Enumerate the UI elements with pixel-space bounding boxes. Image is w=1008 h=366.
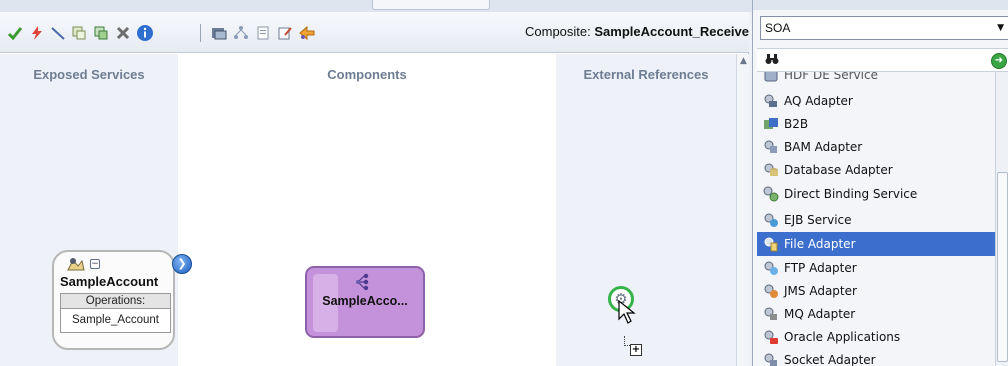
- external-references-lane[interactable]: External References: [556, 54, 736, 366]
- palette-item-b2b[interactable]: B2B: [757, 112, 995, 136]
- palette-item-socket-adapter[interactable]: Socket Adapter: [757, 348, 995, 366]
- mouse-pointer-icon: [618, 300, 636, 324]
- collapse-icon[interactable]: −: [90, 259, 100, 269]
- palette-item-ejb-service[interactable]: EJB Service: [757, 208, 995, 232]
- mq-adapter-icon: [763, 306, 779, 322]
- palette-category-select[interactable]: SOA ▼: [760, 16, 1008, 40]
- palette-item-aq-adapter[interactable]: AQ Adapter: [757, 89, 995, 113]
- flow-icon[interactable]: [298, 24, 316, 42]
- adapter-icon: [763, 72, 779, 83]
- info-icon[interactable]: [136, 24, 154, 42]
- component-palette: SOA ▼ ➜ HDF DE Service AQ Adapter B2B BA…: [752, 0, 1008, 366]
- composite-name: SampleAccount_Receive: [594, 24, 749, 39]
- palette-item-file-adapter[interactable]: File Adapter: [757, 232, 995, 256]
- mediator-icon: [355, 272, 377, 292]
- binoculars-icon: [765, 53, 779, 69]
- composite-canvas[interactable]: Exposed Services Components External Ref…: [0, 54, 749, 366]
- deploy-lightning-icon[interactable]: [28, 24, 46, 42]
- service-chevron-icon[interactable]: ❯: [172, 254, 192, 274]
- palette-item-mq-adapter[interactable]: MQ Adapter: [757, 302, 995, 326]
- delete-icon[interactable]: [114, 24, 132, 42]
- oracle-apps-icon: [763, 329, 779, 345]
- ftp-adapter-icon: [763, 260, 779, 276]
- editor-toolbar: Composite: SampleAccount_Receive: [0, 12, 749, 53]
- composite-editor: Composite: SampleAccount_Receive Exposed…: [0, 12, 749, 366]
- service-adapter-icon: [66, 256, 86, 272]
- tree-icon[interactable]: [232, 24, 250, 42]
- service-node[interactable]: − ❯ SampleAccount Operations: Sample_Acc…: [52, 250, 192, 350]
- database-adapter-icon: [763, 162, 779, 178]
- jms-adapter-icon: [763, 283, 779, 299]
- toolbar-separator: [200, 24, 201, 42]
- component-name: SampleAcco...: [322, 294, 408, 308]
- drag-copy-plus-icon: +: [630, 344, 642, 356]
- jdeveloper-window: Composite: SampleAccount_Receive Exposed…: [0, 0, 1008, 366]
- components-title: Components: [327, 67, 407, 82]
- validate-check-icon[interactable]: [6, 24, 24, 42]
- palette-scroll-thumb[interactable]: [997, 172, 1008, 362]
- palette-item-database-adapter[interactable]: Database Adapter: [757, 158, 995, 182]
- copy-icon[interactable]: [92, 24, 110, 42]
- external-references-title: External References: [583, 67, 709, 82]
- palette-list: HDF DE Service AQ Adapter B2B BAM Adapte…: [757, 72, 995, 366]
- palette-item-partial[interactable]: HDF DE Service: [757, 72, 995, 87]
- operation-item[interactable]: Sample_Account: [61, 309, 170, 331]
- b2b-icon: [763, 116, 779, 132]
- palette-header-strip: [753, 0, 1008, 10]
- palette-item-bam-adapter[interactable]: BAM Adapter: [757, 135, 995, 159]
- edit-icon[interactable]: [276, 24, 294, 42]
- add-icon[interactable]: [70, 24, 88, 42]
- chevron-down-icon[interactable]: ▼: [997, 23, 1004, 33]
- editor-tab[interactable]: [372, 0, 490, 10]
- palette-item-jms-adapter[interactable]: JMS Adapter: [757, 279, 995, 303]
- composite-prefix: Composite:: [525, 24, 591, 39]
- file-adapter-icon: [763, 236, 779, 252]
- search-go-icon[interactable]: ➜: [991, 53, 1007, 69]
- socket-adapter-icon: [763, 352, 779, 366]
- component-node[interactable]: SampleAcco...: [305, 266, 425, 338]
- scroll-up-icon[interactable]: ▲: [739, 57, 748, 66]
- canvas-scrollbar[interactable]: ▲: [736, 54, 749, 366]
- service-name: SampleAccount: [60, 274, 159, 289]
- direct-binding-icon: [763, 186, 779, 202]
- operations-box: Operations: Sample_Account: [60, 293, 171, 333]
- palette-search-field[interactable]: ➜: [757, 48, 1008, 72]
- test-icon[interactable]: [210, 24, 228, 42]
- palette-item-direct-binding[interactable]: Direct Binding Service: [757, 182, 995, 206]
- ejb-service-icon: [763, 212, 779, 228]
- composite-label: Composite: SampleAccount_Receive: [525, 24, 749, 39]
- pages-icon[interactable]: [254, 24, 272, 42]
- exposed-services-title: Exposed Services: [33, 67, 145, 82]
- palette-category-value: SOA: [765, 21, 791, 35]
- palette-item-oracle-applications[interactable]: Oracle Applications: [757, 325, 995, 349]
- aq-adapter-icon: [763, 93, 779, 109]
- operations-label: Operations:: [61, 294, 170, 309]
- palette-item-ftp-adapter[interactable]: FTP Adapter: [757, 256, 995, 280]
- wire-icon[interactable]: [49, 24, 67, 42]
- bam-adapter-icon: [763, 139, 779, 155]
- palette-scrollbar[interactable]: [995, 72, 1008, 366]
